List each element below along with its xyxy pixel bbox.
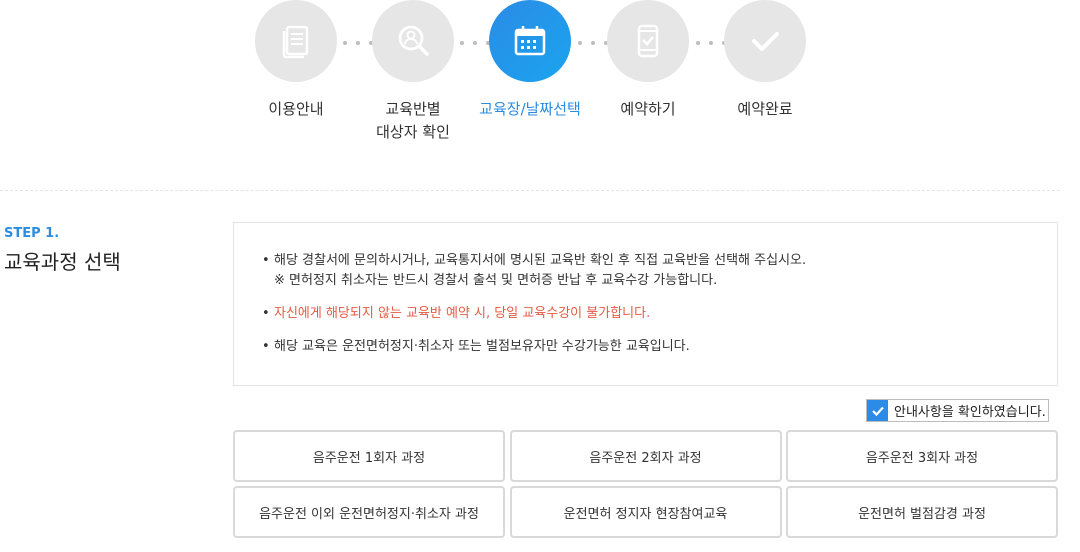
step-place-date: 교육장/날짜선택 (465, 0, 595, 121)
step-circle (255, 0, 337, 82)
step-label: 이용안내 (268, 100, 324, 118)
step-label-line1: 교육반별 (385, 100, 441, 118)
course-button-penalty-reduction[interactable]: 운전면허 벌점감경 과정 (786, 486, 1058, 538)
step-circle (372, 0, 454, 82)
confirm-label: 안내사항을 확인하였습니다. (894, 405, 1046, 420)
calendar-icon (514, 26, 546, 56)
check-icon (871, 406, 884, 416)
step-guide: 이용안내 (231, 0, 361, 121)
step-label: 교육반별 대상자 확인 (348, 98, 478, 144)
step-circle (607, 0, 689, 82)
course-button-drunk-3[interactable]: 음주운전 3회자 과정 (786, 430, 1058, 482)
step-label-line2: 대상자 확인 (376, 123, 450, 141)
checkmark-icon (752, 32, 779, 51)
confirm-checkbox[interactable]: 안내사항을 확인하였습니다. (866, 399, 1049, 422)
notice-warning: 자신에게 해당되지 않는 교육반 예약 시, 당일 교육수강이 불가합니다. (262, 304, 1057, 324)
step-circle (724, 0, 806, 82)
mobile-check-icon (637, 24, 659, 58)
course-grid: 음주운전 1회자 과정 음주운전 2회자 과정 음주운전 3회자 과정 음주운전… (233, 430, 1058, 538)
notice-line: 해당 교육은 운전면허정지·취소자 또는 벌점보유자만 수강가능한 교육입니다. (262, 337, 1057, 357)
document-icon (282, 25, 309, 59)
step-label: 교육장/날짜선택 (479, 100, 581, 118)
checkbox-checked[interactable] (867, 400, 888, 421)
notice-line: 해당 경찰서에 문의하시거나, 교육통지서에 명시된 교육반 확인 후 직접 교… (262, 251, 1057, 271)
step-complete: 예약완료 (700, 0, 830, 121)
course-button-other-suspension[interactable]: 음주운전 이외 운전면허정지·취소자 과정 (233, 486, 505, 538)
step-label: 예약하기 (620, 100, 676, 118)
notice-subline: ※ 면허정지 취소자는 반드시 경찰서 출석 및 면허증 반납 후 교육수강 가… (274, 273, 718, 288)
notice-box: 해당 경찰서에 문의하시거나, 교육통지서에 명시된 교육반 확인 후 직접 교… (233, 222, 1058, 386)
search-person-icon (398, 25, 429, 56)
section-title: 교육과정 선택 (4, 250, 121, 274)
step-indicator: 이용안내 교육반별 대상자 확인 교육장/날짜선택 예약하기 예약완료 (0, 0, 1080, 180)
step-tag: STEP 1. (4, 226, 60, 241)
course-button-field-education[interactable]: 운전면허 정지자 현장참여교육 (509, 486, 782, 538)
step-target-check: 교육반별 대상자 확인 (348, 0, 478, 144)
step-circle-active (489, 0, 571, 82)
section-divider (0, 190, 1060, 191)
course-button-drunk-1[interactable]: 음주운전 1회자 과정 (233, 430, 505, 482)
step-label: 예약완료 (737, 100, 793, 118)
course-button-drunk-2[interactable]: 음주운전 2회자 과정 (509, 430, 782, 482)
step-reserve: 예약하기 (583, 0, 713, 121)
